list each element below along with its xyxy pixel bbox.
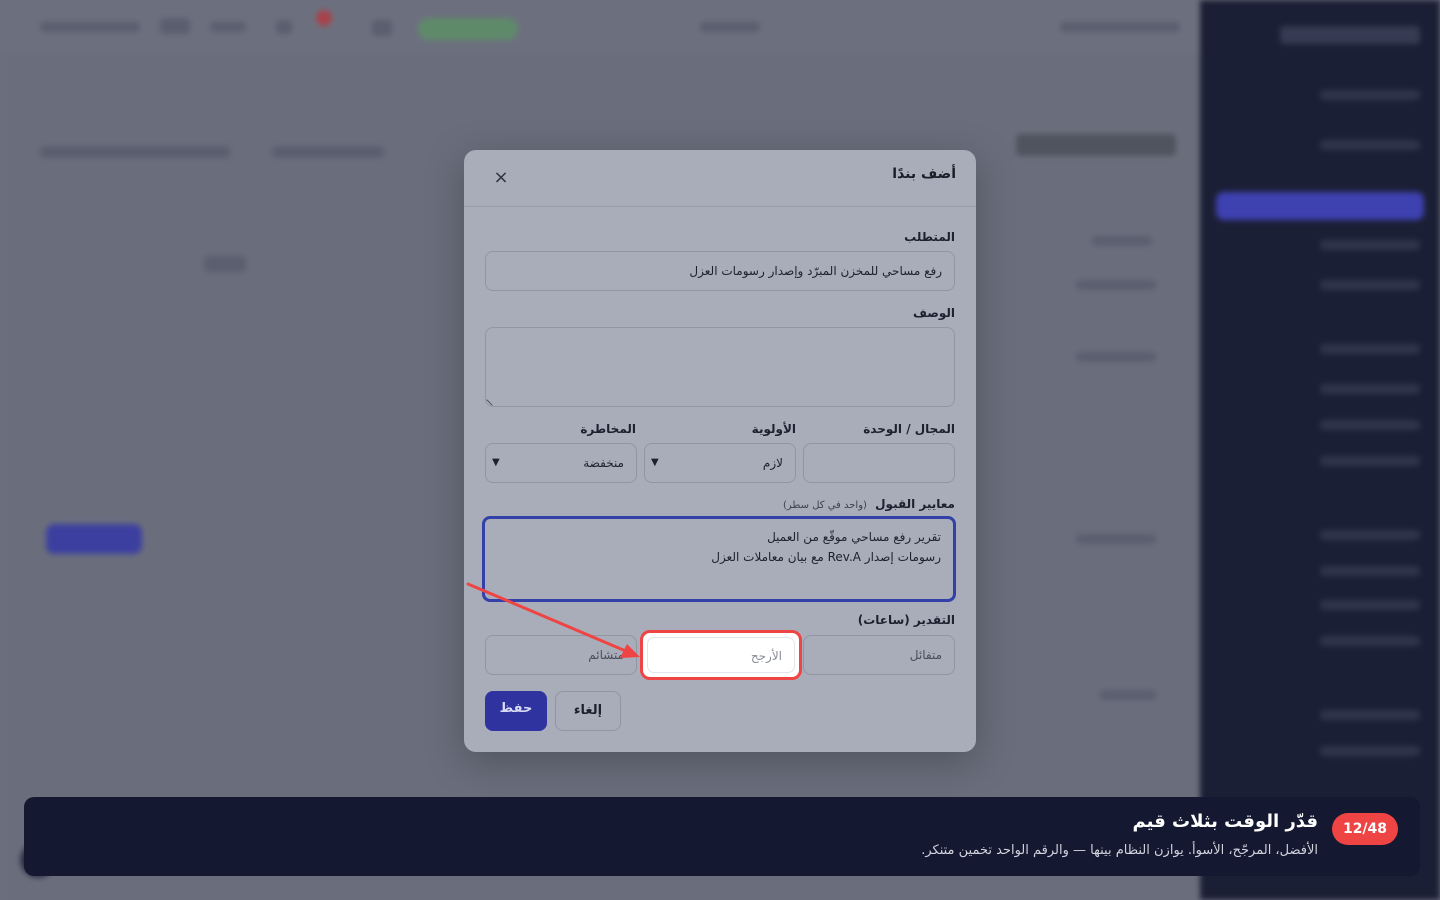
sidebar-item — [1320, 530, 1420, 540]
description-label: الوصف — [912, 306, 955, 320]
save-button[interactable]: حفظ — [485, 691, 547, 731]
tutorial-banner: 12/48 قدّر الوقت بثلاث قيم الأفضل، المرج… — [24, 797, 1420, 876]
criteria-line: تقرير رفع مساحي موقّع من العميل — [767, 530, 941, 544]
optimistic-input[interactable]: متفائل — [803, 635, 955, 675]
pointer-arrow-icon — [466, 582, 640, 658]
notification-dot — [316, 10, 332, 26]
priority-value: لازم — [762, 456, 783, 470]
chevron-down-icon: ▼ — [651, 457, 659, 468]
estimate-label: التقدير (ساعات) — [857, 613, 955, 627]
bg-placeholder — [160, 18, 190, 34]
bg-placeholder — [40, 22, 140, 32]
sidebar-item — [1320, 746, 1420, 756]
bg-primary-button — [46, 524, 142, 554]
sidebar-item — [1320, 710, 1420, 720]
bg-placeholder — [204, 256, 246, 272]
sidebar-item — [1320, 90, 1420, 100]
sidebar-item-active — [1216, 192, 1424, 220]
likely-input[interactable]: الأرجح — [647, 637, 795, 673]
likely-placeholder: الأرجح — [750, 649, 782, 663]
sidebar-item — [1320, 456, 1420, 466]
criteria-label-text: معايير القبول — [875, 497, 955, 511]
domain-input[interactable] — [803, 443, 955, 483]
criteria-hint: (واحد في كل سطر) — [783, 500, 867, 511]
sidebar-item — [1320, 240, 1420, 250]
bg-placeholder — [1076, 534, 1156, 544]
priority-select[interactable]: لازم ▼ — [644, 443, 796, 483]
banner-text: الأفضل، المرجّح، الأسوأ. يوازن النظام بي… — [921, 843, 1318, 858]
bg-placeholder — [1060, 22, 1180, 32]
close-icon[interactable]: × — [490, 167, 512, 189]
domain-label: المجال / الوحدة — [863, 422, 955, 436]
sidebar-item — [1320, 566, 1420, 576]
sidebar-item — [1320, 420, 1420, 430]
requirement-input[interactable]: رفع مساحي للمخزن المبرّد وإصدار رسومات ا… — [485, 251, 955, 291]
status-pill — [418, 18, 518, 40]
criteria-line: رسومات إصدار Rev.A مع بيان معاملات العزل — [711, 550, 941, 564]
bg-placeholder — [372, 20, 392, 36]
bg-placeholder — [1092, 236, 1152, 246]
bg-placeholder — [700, 22, 760, 32]
bg-page-title — [1016, 134, 1176, 156]
risk-value: منخفضة — [583, 456, 624, 470]
risk-select[interactable]: منخفضة ▼ — [485, 443, 637, 483]
sidebar-item — [1320, 280, 1420, 290]
sidebar-item — [1320, 344, 1420, 354]
modal-header: أضف بندًا × — [464, 150, 976, 207]
chevron-down-icon: ▼ — [492, 457, 500, 468]
bg-placeholder — [272, 146, 384, 158]
bg-placeholder — [40, 146, 230, 158]
bg-placeholder — [210, 22, 246, 32]
requirement-label: المتطلب — [904, 230, 955, 244]
bg-placeholder — [1076, 352, 1156, 362]
bg-placeholder — [1100, 690, 1156, 700]
sidebar-item — [1320, 384, 1420, 394]
cancel-button[interactable]: إلغاء — [555, 691, 621, 731]
sidebar-item — [1320, 140, 1420, 150]
sidebar-item — [1320, 600, 1420, 610]
sidebar-item — [1320, 636, 1420, 646]
priority-label: الأولوية — [751, 422, 796, 436]
likely-input-highlight[interactable]: الأرجح — [640, 630, 802, 680]
step-counter-badge: 12/48 — [1332, 813, 1398, 845]
sidebar — [1200, 0, 1440, 900]
risk-label: المخاطرة — [580, 422, 636, 436]
description-textarea[interactable] — [485, 327, 955, 407]
optimistic-placeholder: متفائل — [909, 648, 942, 662]
banner-title: قدّر الوقت بثلاث قيم — [1132, 811, 1318, 832]
resize-grip-icon[interactable] — [486, 394, 498, 406]
bg-placeholder — [276, 20, 292, 34]
sidebar-logo — [1280, 26, 1420, 44]
bg-placeholder — [1076, 280, 1156, 290]
modal-title: أضف بندًا — [892, 166, 956, 182]
criteria-label: معايير القبول (واحد في كل سطر) — [783, 497, 955, 511]
